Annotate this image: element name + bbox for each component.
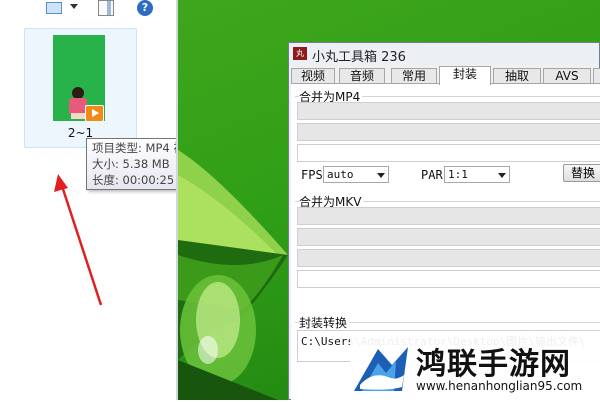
- mkv-audio-input[interactable]: [297, 228, 600, 246]
- tab-strip: 视频 音频 常用 封装 抽取 AVS: [291, 66, 600, 85]
- par-select[interactable]: 1:1: [444, 166, 510, 183]
- mkv-video-input[interactable]: [297, 207, 600, 225]
- mp4-output-input[interactable]: [297, 144, 600, 162]
- par-label: PAR: [421, 168, 443, 182]
- chevron-down-icon: [498, 173, 506, 178]
- title-bar[interactable]: 丸 小丸工具箱 236: [289, 43, 599, 65]
- watermark-url: www.henanhonglian95.com: [416, 379, 583, 393]
- mkv-output-input[interactable]: [297, 270, 600, 288]
- site-watermark: 鸿联手游网 www.henanhonglian95.com: [350, 335, 600, 400]
- fps-value: auto: [327, 168, 354, 181]
- par-value: 1:1: [448, 168, 468, 181]
- chevron-down-icon: [377, 173, 385, 178]
- tab-mux[interactable]: 封装: [439, 66, 491, 85]
- mp4-video-input[interactable]: [297, 102, 600, 120]
- window-title: 小丸工具箱 236: [312, 50, 406, 65]
- watermark-logo: [354, 347, 408, 391]
- mkv-subtitle-input[interactable]: [297, 249, 600, 267]
- tab-audio[interactable]: 音频: [339, 68, 385, 83]
- tab-more[interactable]: [593, 68, 600, 83]
- fps-label: FPS: [301, 168, 323, 182]
- tab-video[interactable]: 视频: [291, 68, 335, 83]
- tab-avs[interactable]: AVS: [543, 68, 591, 83]
- convert-label: 封装转换: [299, 314, 350, 331]
- mp4-audio-input[interactable]: [297, 123, 600, 141]
- fps-select[interactable]: auto: [323, 166, 389, 183]
- replace-button[interactable]: 替换: [563, 164, 600, 182]
- tab-common[interactable]: 常用: [391, 68, 437, 83]
- tab-extract[interactable]: 抽取: [493, 68, 541, 83]
- app-logo: 丸: [293, 47, 307, 60]
- watermark-text: 鸿联手游网: [416, 347, 571, 382]
